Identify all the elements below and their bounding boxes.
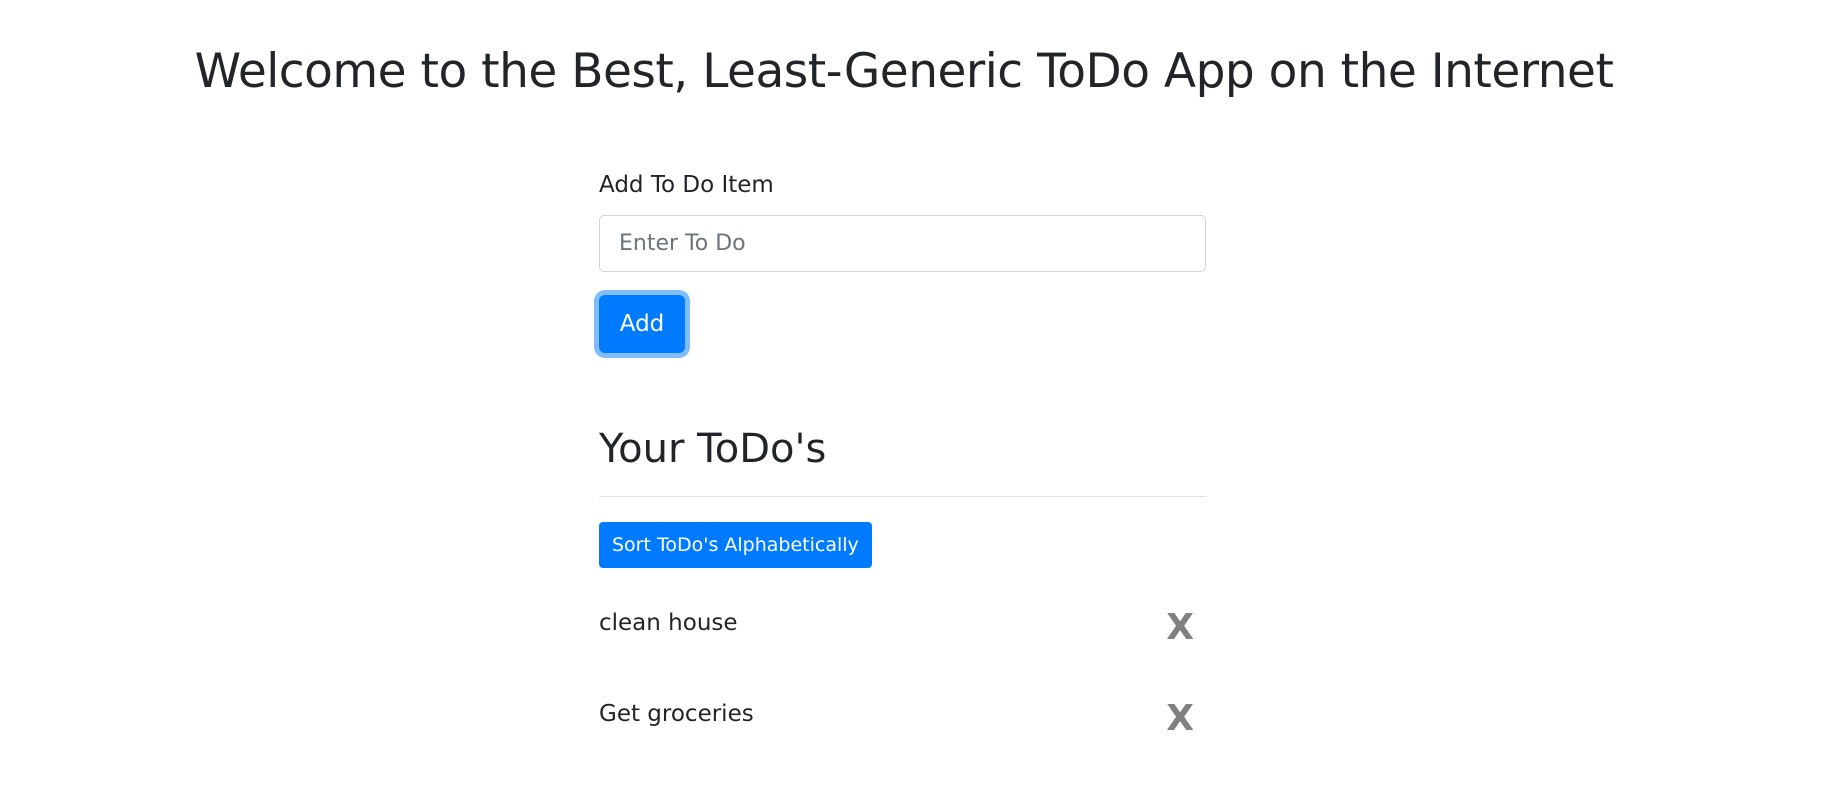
close-icon[interactable]: X [1166, 606, 1194, 650]
sort-alphabetically-button[interactable]: Sort ToDo's Alphabetically [599, 522, 872, 568]
close-icon[interactable]: X [1166, 697, 1194, 741]
add-todo-label: Add To Do Item [599, 172, 774, 198]
todo-input[interactable] [599, 215, 1206, 272]
page-title: Welcome to the Best, Least-Generic ToDo … [194, 44, 1614, 99]
todos-heading: Your ToDo's [599, 426, 827, 472]
section-divider [599, 496, 1206, 497]
page: Welcome to the Best, Least-Generic ToDo … [0, 0, 1824, 786]
todo-item: Get groceries X [599, 691, 1206, 782]
todo-item-text: clean house [599, 610, 738, 636]
todo-list: clean house X Get groceries X [599, 600, 1206, 782]
add-button[interactable]: Add [599, 295, 685, 353]
todo-item-text: Get groceries [599, 701, 754, 727]
todo-item: clean house X [599, 600, 1206, 691]
